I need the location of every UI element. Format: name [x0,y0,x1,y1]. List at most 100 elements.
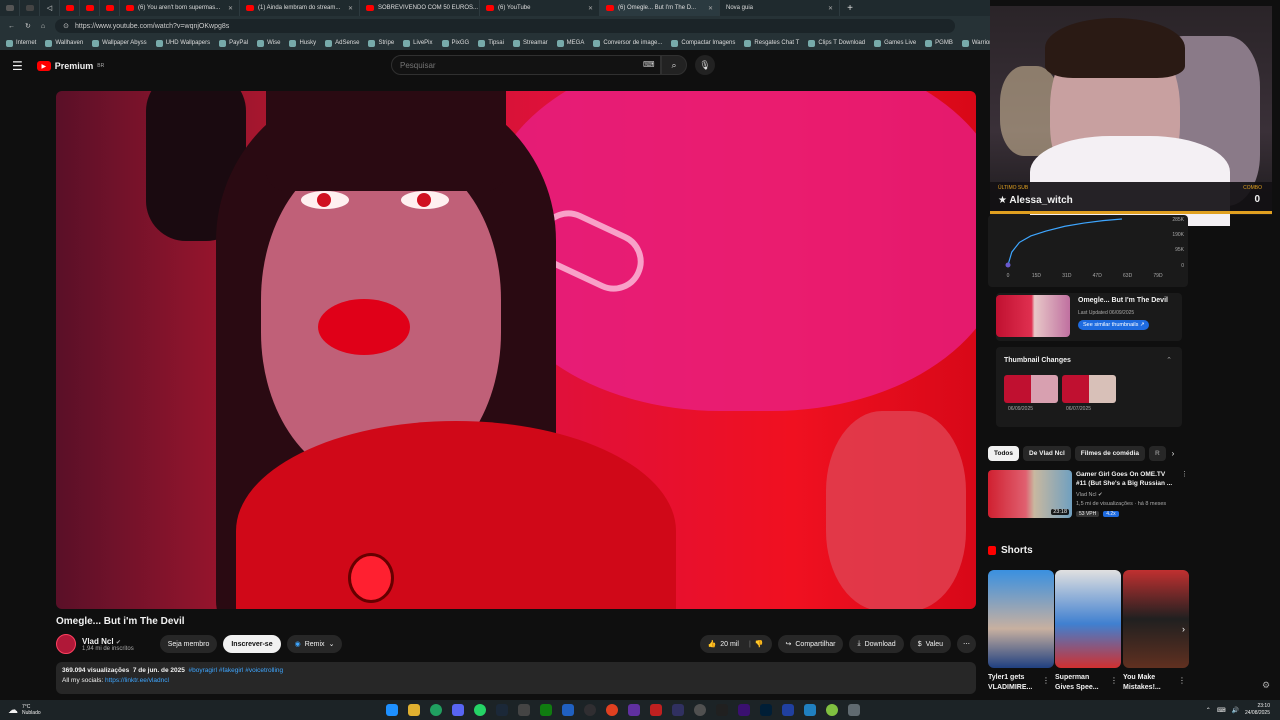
description-box[interactable]: 369.094 visualizações 7 de jun. de 2025 … [56,662,976,694]
chip-from-channel[interactable]: De Vlad Ncl [1023,445,1071,461]
bookmark-item[interactable]: MEGA [556,39,584,47]
premiere-icon[interactable] [737,704,750,716]
recommended-title[interactable]: Gamer Girl Goes On OME.TV #11 (But She's… [1076,470,1176,488]
file-explorer-icon[interactable] [407,704,420,716]
tab-pinned-2[interactable] [20,0,40,16]
short-thumbnail-1[interactable] [988,570,1054,668]
shorts-next-icon[interactable]: › [1182,624,1185,634]
download-button[interactable]: ⤓ Download [849,635,904,653]
chevron-right-icon[interactable]: › [1172,449,1175,458]
tab-4[interactable]: (6) YouTube ✕ [480,0,600,16]
recommended-channel[interactable]: Vlad Ncl ✔ [1076,492,1103,498]
settings-app-icon[interactable] [847,704,860,716]
photos-icon[interactable] [803,704,816,716]
similar-thumbnails-button[interactable]: See similar thumbnails ↗ [1078,320,1150,330]
bookmark-item[interactable]: PayPal [219,39,248,47]
change-thumb-2[interactable] [1062,375,1116,403]
chip-all[interactable]: Todos [988,445,1020,461]
recommended-thumbnail[interactable]: 23:18 [988,470,1072,518]
channel-avatar[interactable] [56,634,76,654]
bookmark-item[interactable]: Tipsai [478,39,504,47]
more-actions-button[interactable]: ⋯ [957,635,976,653]
close-tab-icon[interactable]: ✕ [588,5,593,12]
close-tab-icon[interactable]: ✕ [348,5,353,12]
tab-5-active[interactable]: (6) Omegle... But I'm The D... ✕ [600,0,720,16]
tray-chevron-icon[interactable]: ⌃ [1206,707,1211,714]
app-red-icon[interactable] [649,704,662,716]
url-field[interactable]: ⊙ https://www.youtube.com/watch?v=wqnjOK… [55,19,956,33]
bookmark-item[interactable]: Wise [257,39,280,47]
settings-gear-icon[interactable]: ⚙ [1262,680,1270,691]
bookmark-item[interactable]: Conversor de image... [593,39,662,47]
close-tab-icon[interactable]: ✕ [828,5,833,12]
bookmark-item[interactable]: UHD Wallpapers [155,39,210,47]
hamburger-menu-icon[interactable]: ☰ [12,59,23,73]
bookmark-item[interactable]: PixGG [441,39,469,47]
reload-icon[interactable]: ↻ [25,22,31,30]
calculator-icon[interactable] [517,704,530,716]
tab-2[interactable]: (1) Ainda lembram do stream... ✕ [240,0,360,16]
bookmark-item[interactable]: AdSense [325,39,359,47]
tab-pinned-5[interactable] [80,0,100,16]
media-encoder-icon[interactable] [781,704,794,716]
youtube-logo[interactable]: ▶ Premium BR [36,61,104,71]
network-icon[interactable]: ⌨ [1217,707,1226,714]
more-vertical-icon[interactable]: ⋮ [1110,676,1118,685]
steam-icon[interactable] [495,704,508,716]
change-thumb-1[interactable] [1004,375,1058,403]
site-info-icon[interactable]: ⊙ [63,22,69,30]
like-button[interactable]: 👍 20 mil | 👎 [699,635,772,653]
tab-pinned-6[interactable] [100,0,120,16]
tab-pinned-3[interactable]: ◁ [40,0,60,16]
recommended-video[interactable]: 23:18 Gamer Girl Goes On OME.TV #11 (But… [988,470,1188,520]
bookmark-item[interactable]: Wallhaven [45,39,83,47]
record-icon[interactable] [605,704,618,716]
app-green-icon[interactable] [825,704,838,716]
share-button[interactable]: ↪ Compartilhar [777,635,844,653]
search-input[interactable] [391,55,661,75]
thumbs-down-icon[interactable]: 👎 [755,640,764,648]
clock[interactable]: 23:10 24/08/2025 [1245,703,1270,717]
bookmark-item[interactable]: Resgates Chat T [744,39,799,47]
bookmark-item[interactable]: Stripe [368,39,394,47]
short-thumbnail-3[interactable] [1123,570,1189,668]
join-button[interactable]: Seja membro [159,635,218,653]
subscribe-button[interactable]: Inscrever-se [223,635,281,653]
more-vertical-icon[interactable]: ⋮ [1181,470,1188,478]
thumbnail-image[interactable] [996,295,1070,337]
home-icon[interactable]: ⌂ [41,23,45,30]
chrome-icon[interactable] [429,704,442,716]
tab-1[interactable]: (6) You aren't born supermas... ✕ [120,0,240,16]
short-title-3[interactable]: You Make Mistakes!... [1123,673,1175,693]
video-player[interactable] [56,91,976,609]
tab-3[interactable]: SOBREVIVENDO COM 50 EUROS...✕ [360,0,480,16]
app-purple-icon[interactable] [627,704,640,716]
bookmark-item[interactable]: Games Live [874,39,916,47]
close-tab-icon[interactable]: ✕ [228,5,233,12]
short-title-1[interactable]: Tyler1 gets VLADIMIRE... [988,673,1040,693]
more-vertical-icon[interactable]: ⋮ [1042,676,1050,685]
search-button[interactable]: ⌕ [661,55,687,75]
app-gray-icon[interactable] [693,704,706,716]
bookmark-item[interactable]: Clips T Download [808,39,865,47]
short-thumbnail-2[interactable] [1055,570,1121,668]
tab-pinned-1[interactable] [0,0,20,16]
bookmark-item[interactable]: Streamar [512,39,548,47]
chip-comedy[interactable]: Filmes de comédia [1074,445,1145,461]
xbox-icon[interactable] [539,704,552,716]
app-black-icon[interactable] [715,704,728,716]
photoshop-icon[interactable] [759,704,772,716]
social-link[interactable]: https://linktr.ee/vladncl [105,677,169,684]
discord-icon[interactable] [451,704,464,716]
bookmark-item[interactable]: PGMB [925,39,953,47]
back-icon[interactable]: ← [8,23,15,30]
new-tab-button[interactable]: + [840,0,860,16]
tab-pinned-4[interactable] [60,0,80,16]
thanks-button[interactable]: $ Valeu [909,635,951,653]
keyboard-icon[interactable]: ⌨ [643,60,655,69]
edge-icon[interactable] [561,704,574,716]
app-dark-icon[interactable] [671,704,684,716]
volume-icon[interactable]: 🔊 [1231,707,1238,714]
hashtags[interactable]: #boyragirl #fakegirl #voicetrolling [189,667,284,674]
obs-icon[interactable] [583,704,596,716]
